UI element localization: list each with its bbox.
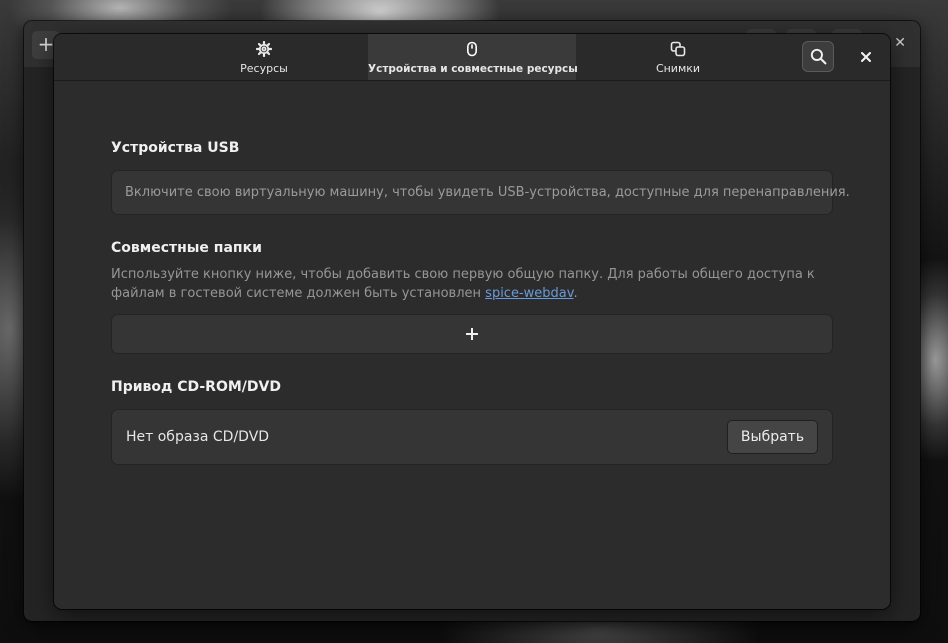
snapshots-icon: [670, 41, 686, 57]
plus-icon: [466, 328, 478, 340]
cdrom-section-title: Привод CD-ROM/DVD: [111, 379, 281, 395]
tab-label: Устройства и совместные ресурсы: [368, 63, 578, 75]
tab-devices-and-shares[interactable]: Устройства и совместные ресурсы: [368, 34, 578, 80]
search-icon: [810, 48, 827, 65]
shared-folders-title: Совместные папки: [111, 240, 262, 256]
dialog-header: Ресурсы Устройства и совместные ресурсы …: [54, 34, 890, 81]
close-button[interactable]: [854, 46, 878, 68]
usb-empty-message: Включите свою виртуальную машину, чтобы …: [125, 185, 850, 200]
close-icon: [861, 52, 871, 62]
parent-close-icon[interactable]: ✕: [894, 35, 906, 51]
shared-folders-description: Используйте кнопку ниже, чтобы добавить …: [111, 265, 833, 303]
usb-devices-box: Включите свою виртуальную машину, чтобы …: [111, 170, 850, 215]
usb-section-title: Устройства USB: [111, 140, 240, 156]
tab-label: Ресурсы: [240, 62, 288, 75]
description-text: Используйте кнопку ниже, чтобы добавить …: [111, 267, 815, 301]
tab-label: Снимки: [655, 62, 701, 75]
select-image-button[interactable]: Выбрать: [727, 420, 818, 454]
add-shared-folder-button[interactable]: [111, 314, 833, 354]
tab-resources[interactable]: Ресурсы: [214, 34, 314, 80]
spice-webdav-link[interactable]: spice-webdav: [485, 286, 573, 301]
vm-settings-dialog: Ресурсы Устройства и совместные ресурсы …: [54, 34, 890, 609]
tab-snapshots[interactable]: Снимки: [628, 34, 728, 80]
cdrom-status: Нет образа CD/DVD: [126, 429, 270, 445]
search-button[interactable]: [802, 41, 834, 72]
cdrom-row: Нет образа CD/DVD Выбрать: [111, 409, 833, 465]
description-end: .: [573, 286, 578, 301]
gear-icon: [256, 41, 272, 57]
mouse-icon: [466, 41, 477, 57]
